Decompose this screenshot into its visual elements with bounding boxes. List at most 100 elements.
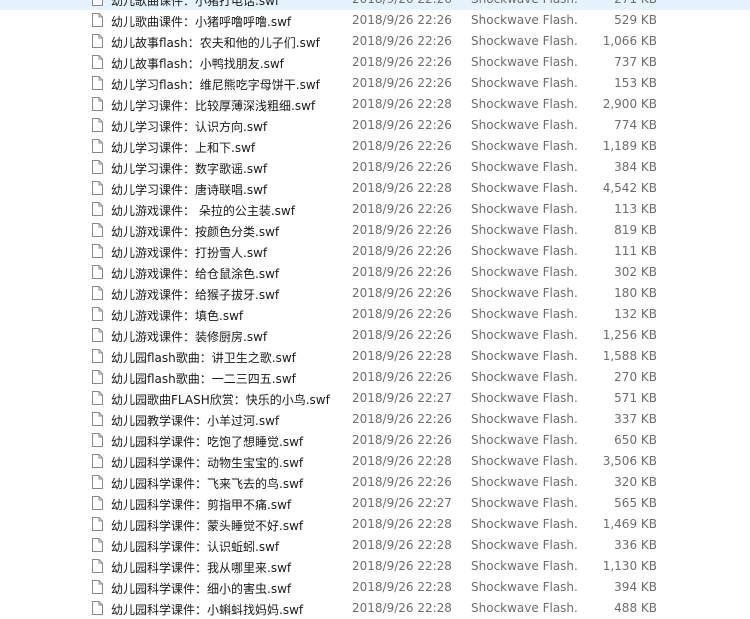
file-row[interactable]: 幼儿园flash歌曲：一二三四五.swf 2018/9/26 22:26 Shock… — [0, 367, 750, 388]
file-date-modified: 2018/9/26 22:28 — [352, 349, 452, 363]
file-type: Shockwave Flash... — [471, 265, 577, 279]
file-size: 2,900 KB — [602, 97, 657, 111]
file-name: 幼儿游戏课件：按颜色分类.swf — [111, 225, 280, 239]
file-date-modified: 2018/9/26 22:26 — [352, 286, 452, 300]
file-row[interactable]: 幼儿游戏课件：打扮雪人.swf 2018/9/26 22:26 Shockwave … — [0, 241, 750, 262]
file-type: Shockwave Flash... — [471, 307, 577, 321]
file-date-modified: 2018/9/26 22:28 — [352, 538, 452, 552]
file-size: 384 KB — [614, 160, 657, 174]
file-icon — [92, 580, 103, 594]
file-name: 幼儿园科学课件：蒙头睡觉不好.swf — [111, 519, 304, 533]
file-row[interactable]: 幼儿学习课件：比较厚薄深浅粗细.swf 2018/9/26 22:28 Shockw… — [0, 94, 750, 115]
file-name: 幼儿学习flash：维尼熊吃字母饼干.swf — [111, 78, 320, 92]
file-size: 132 KB — [614, 307, 657, 321]
file-type: Shockwave Flash... — [471, 391, 577, 405]
file-size: 1,066 KB — [602, 34, 657, 48]
file-size: 571 KB — [614, 391, 657, 405]
file-row[interactable]: 幼儿园科学课件：吃饱了想睡觉.swf 2018/9/26 22:26 Shockwa… — [0, 430, 750, 451]
file-date-modified: 2018/9/26 22:26 — [352, 433, 452, 447]
file-icon — [92, 0, 103, 6]
file-name: 幼儿游戏课件： 朵拉的公主装.swf — [111, 204, 295, 218]
file-row[interactable]: 幼儿园科学课件：我从哪里来.swf 2018/9/26 22:28 Shockwav… — [0, 556, 750, 577]
file-row[interactable]: 幼儿学习flash：维尼熊吃字母饼干.swf 2018/9/26 22:26 Sho… — [0, 73, 750, 94]
file-icon — [92, 496, 103, 510]
file-type: Shockwave Flash... — [471, 13, 577, 27]
file-row[interactable]: 幼儿游戏课件：给仓鼠涂色.swf 2018/9/26 22:26 Shockwave… — [0, 262, 750, 283]
file-date-modified: 2018/9/26 22:26 — [352, 328, 452, 342]
file-type: Shockwave Flash... — [471, 139, 577, 153]
file-icon — [92, 517, 103, 531]
file-name: 幼儿园科学课件：吃饱了想睡觉.swf — [111, 435, 304, 449]
file-size: 774 KB — [614, 118, 657, 132]
file-row[interactable]: 幼儿故事flash：农夫和他的儿子们.swf 2018/9/26 22:26 Sho… — [0, 31, 750, 52]
file-name: 幼儿故事flash：小鸭找朋友.swf — [111, 57, 284, 71]
file-row[interactable]: 幼儿园科学课件：飞来飞去的鸟.swf 2018/9/26 22:26 Shockwa… — [0, 472, 750, 493]
file-name: 幼儿游戏课件：打扮雪人.swf — [111, 246, 268, 260]
file-icon — [92, 244, 103, 258]
file-row[interactable]: 幼儿园科学课件：剪指甲不痛.swf 2018/9/26 22:27 Shockwav… — [0, 493, 750, 514]
file-type: Shockwave Flash... — [471, 328, 577, 342]
file-type: Shockwave Flash... — [471, 0, 577, 6]
file-row[interactable]: 幼儿游戏课件： 朵拉的公主装.swf 2018/9/26 22:26 Shockwa… — [0, 199, 750, 220]
file-row[interactable]: 幼儿园科学课件：小蝌蚪找妈妈.swf 2018/9/26 22:28 Shockwa… — [0, 598, 750, 619]
file-row[interactable]: 幼儿游戏课件：按颜色分类.swf 2018/9/26 22:26 Shockwave… — [0, 220, 750, 241]
file-row[interactable]: 幼儿园科学课件：动物生宝宝的.swf 2018/9/26 22:28 Shockwa… — [0, 451, 750, 472]
file-row[interactable]: 幼儿园科学课件：蒙头睡觉不好.swf 2018/9/26 22:28 Shockwa… — [0, 514, 750, 535]
file-name: 幼儿游戏课件：装修厨房.swf — [111, 330, 268, 344]
file-row[interactable]: 幼儿学习课件：认识方向.swf 2018/9/26 22:26 Shockwave … — [0, 115, 750, 136]
file-icon — [92, 97, 103, 111]
file-row[interactable]: 幼儿游戏课件：填色.swf 2018/9/26 22:26 Shockwave Fl… — [0, 304, 750, 325]
file-row[interactable]: 幼儿歌曲课件：小猪呼噜呼噜.swf 2018/9/26 22:26 Shockwav… — [0, 10, 750, 31]
file-row[interactable]: 幼儿园科学课件：认识蚯蚓.swf 2018/9/26 22:28 Shockwave… — [0, 535, 750, 556]
file-size: 1,588 KB — [602, 349, 657, 363]
file-size: 111 KB — [614, 244, 657, 258]
file-name: 幼儿园科学课件：小蝌蚪找妈妈.swf — [111, 603, 304, 617]
file-row[interactable]: 幼儿学习课件：数字歌谣.swf 2018/9/26 22:26 Shockwave … — [0, 157, 750, 178]
file-row[interactable]: 幼儿园歌曲FLASH欣赏：快乐的小鸟.swf 2018/9/26 22:27 Sho… — [0, 388, 750, 409]
file-type: Shockwave Flash... — [471, 538, 577, 552]
file-row[interactable]: 幼儿园教学课件：小羊过河.swf 2018/9/26 22:26 Shockwave… — [0, 409, 750, 430]
file-size: 1,130 KB — [602, 559, 657, 573]
file-date-modified: 2018/9/26 22:28 — [352, 559, 452, 573]
file-name: 幼儿园歌曲FLASH欣赏：快乐的小鸟.swf — [111, 393, 330, 407]
file-size: 4,542 KB — [602, 181, 657, 195]
file-date-modified: 2018/9/26 22:28 — [352, 181, 452, 195]
file-type: Shockwave Flash... — [471, 370, 577, 384]
file-type: Shockwave Flash... — [471, 349, 577, 363]
file-name: 幼儿游戏课件：给猴子拔牙.swf — [111, 288, 280, 302]
file-date-modified: 2018/9/26 22:26 — [352, 475, 452, 489]
file-name: 幼儿学习课件：上和下.swf — [111, 141, 256, 155]
file-size: 565 KB — [614, 496, 657, 510]
file-row[interactable]: 幼儿歌曲课件：小猪打电话.swf 2018/9/26 22:26 Shockwave… — [0, 0, 750, 10]
file-icon — [92, 601, 103, 615]
file-date-modified: 2018/9/26 22:26 — [352, 265, 452, 279]
file-row[interactable]: 幼儿园flash歌曲：讲卫生之歌.swf 2018/9/26 22:28 Shock… — [0, 346, 750, 367]
file-size: 113 KB — [614, 202, 657, 216]
file-name: 幼儿园科学课件：细小的害虫.swf — [111, 582, 292, 596]
file-icon — [92, 307, 103, 321]
file-row[interactable]: 幼儿学习课件：上和下.swf 2018/9/26 22:26 Shockwave F… — [0, 136, 750, 157]
file-row[interactable]: 幼儿游戏课件：给猴子拔牙.swf 2018/9/26 22:26 Shockwave… — [0, 283, 750, 304]
file-type: Shockwave Flash... — [471, 97, 577, 111]
file-size: 3,506 KB — [602, 454, 657, 468]
file-row[interactable]: 幼儿故事flash：小鸭找朋友.swf 2018/9/26 22:26 Shockw… — [0, 52, 750, 73]
file-row[interactable]: 幼儿游戏课件：装修厨房.swf 2018/9/26 22:26 Shockwave … — [0, 325, 750, 346]
file-type: Shockwave Flash... — [471, 454, 577, 468]
file-type: Shockwave Flash... — [471, 475, 577, 489]
file-icon — [92, 13, 103, 27]
file-row[interactable]: 幼儿学习课件：唐诗联唱.swf 2018/9/26 22:28 Shockwave … — [0, 178, 750, 199]
file-icon — [92, 412, 103, 426]
file-row[interactable]: 幼儿园科学课件：细小的害虫.swf 2018/9/26 22:28 Shockwav… — [0, 577, 750, 598]
file-icon — [92, 559, 103, 573]
file-type: Shockwave Flash... — [471, 559, 577, 573]
file-icon — [92, 538, 103, 552]
file-name: 幼儿园科学课件：剪指甲不痛.swf — [111, 498, 292, 512]
file-icon — [92, 265, 103, 279]
file-name: 幼儿园科学课件：飞来飞去的鸟.swf — [111, 477, 304, 491]
file-type: Shockwave Flash... — [471, 286, 577, 300]
file-icon — [92, 55, 103, 69]
file-date-modified: 2018/9/26 22:27 — [352, 496, 452, 510]
file-icon — [92, 181, 103, 195]
file-type: Shockwave Flash... — [471, 202, 577, 216]
file-type: Shockwave Flash... — [471, 223, 577, 237]
